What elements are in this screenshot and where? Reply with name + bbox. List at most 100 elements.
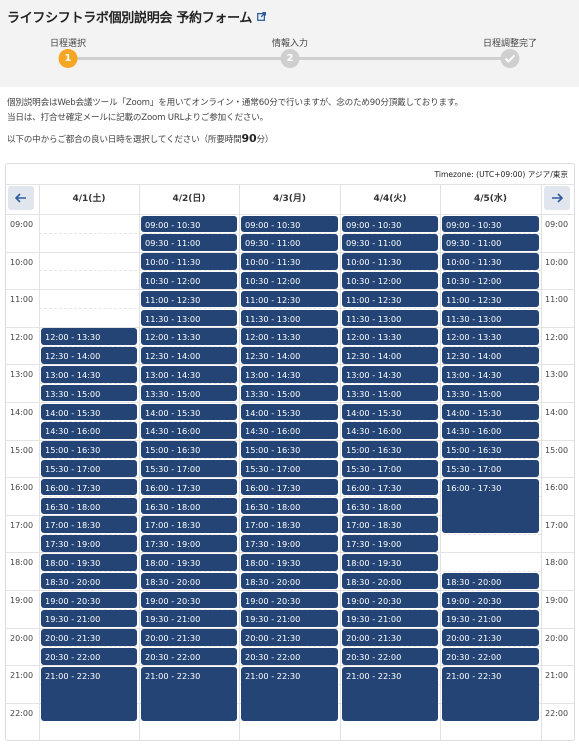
time-slot-button[interactable]: 17:30 - 19:00 xyxy=(141,535,237,552)
time-slot-button[interactable]: 15:00 - 16:30 xyxy=(41,441,137,458)
time-slot-button[interactable]: 19:00 - 20:30 xyxy=(442,591,539,609)
time-slot-button[interactable]: 16:00 - 17:30 xyxy=(342,478,438,496)
time-slot-button[interactable]: 18:30 - 20:00 xyxy=(442,572,539,590)
time-slot-button[interactable]: 15:30 - 17:00 xyxy=(442,459,539,477)
time-slot-button[interactable]: 14:00 - 15:30 xyxy=(141,403,237,421)
time-slot-button[interactable]: 10:00 - 11:30 xyxy=(342,253,438,270)
time-slot-button[interactable]: 17:00 - 18:30 xyxy=(342,516,438,534)
time-slot-button[interactable]: 20:30 - 22:00 xyxy=(141,647,237,665)
time-slot-button[interactable]: 10:30 - 12:00 xyxy=(442,271,539,289)
time-slot-button[interactable]: 10:30 - 12:00 xyxy=(241,271,338,289)
time-slot-button[interactable]: 18:00 - 19:30 xyxy=(342,553,438,571)
time-slot-button[interactable]: 20:30 - 22:00 xyxy=(342,647,438,665)
time-slot-button[interactable]: 11:00 - 12:30 xyxy=(442,290,539,308)
time-slot-button[interactable]: 18:30 - 20:00 xyxy=(41,572,137,590)
time-slot-button[interactable]: 15:30 - 17:00 xyxy=(241,459,338,477)
time-slot-button[interactable]: 12:00 - 13:30 xyxy=(442,328,539,346)
time-slot-button[interactable]: 11:00 - 12:30 xyxy=(141,290,237,308)
time-slot-button[interactable]: 16:00 - 17:30 xyxy=(141,478,237,496)
time-slot-button[interactable]: 09:30 - 11:00 xyxy=(342,234,438,252)
time-slot-button[interactable]: 16:30 - 18:00 xyxy=(342,497,438,515)
time-slot-button[interactable]: 09:00 - 10:30 xyxy=(342,215,438,233)
time-slot-button[interactable]: 16:00 - 17:30 xyxy=(442,478,539,534)
time-slot-button[interactable]: 19:00 - 20:30 xyxy=(342,591,438,609)
time-slot-button[interactable]: 12:30 - 14:00 xyxy=(41,347,137,364)
time-slot-button[interactable]: 15:00 - 16:30 xyxy=(342,441,438,458)
time-slot-button[interactable]: 20:00 - 21:30 xyxy=(41,629,137,646)
next-week-button[interactable] xyxy=(544,186,570,210)
time-slot-button[interactable]: 13:30 - 15:00 xyxy=(342,384,438,402)
time-slot-button[interactable]: 15:00 - 16:30 xyxy=(442,441,539,458)
time-slot-button[interactable]: 20:00 - 21:30 xyxy=(442,629,539,646)
time-slot-button[interactable]: 15:30 - 17:00 xyxy=(342,459,438,477)
time-slot-button[interactable]: 18:00 - 19:30 xyxy=(41,553,137,571)
time-slot-button[interactable]: 13:00 - 14:30 xyxy=(241,365,338,383)
time-slot-button[interactable]: 14:30 - 16:00 xyxy=(141,422,237,440)
time-slot-button[interactable]: 18:30 - 20:00 xyxy=(342,572,438,590)
time-slot-button[interactable]: 09:30 - 11:00 xyxy=(141,234,237,252)
time-slot-button[interactable]: 14:00 - 15:30 xyxy=(241,403,338,421)
time-slot-button[interactable]: 10:00 - 11:30 xyxy=(442,253,539,270)
time-slot-button[interactable]: 18:00 - 19:30 xyxy=(141,553,237,571)
time-slot-button[interactable]: 10:00 - 11:30 xyxy=(141,253,237,270)
time-slot-button[interactable]: 09:30 - 11:00 xyxy=(241,234,338,252)
time-slot-button[interactable]: 17:30 - 19:00 xyxy=(241,535,338,552)
time-slot-button[interactable]: 20:30 - 22:00 xyxy=(442,647,539,665)
time-slot-button[interactable]: 14:30 - 16:00 xyxy=(41,422,137,440)
time-slot-button[interactable]: 21:00 - 22:30 xyxy=(241,666,338,722)
time-slot-button[interactable]: 09:00 - 10:30 xyxy=(442,215,539,233)
time-slot-button[interactable]: 20:30 - 22:00 xyxy=(241,647,338,665)
time-slot-button[interactable]: 18:30 - 20:00 xyxy=(141,572,237,590)
time-slot-button[interactable]: 14:00 - 15:30 xyxy=(41,403,137,421)
time-slot-button[interactable]: 15:30 - 17:00 xyxy=(41,459,137,477)
time-slot-button[interactable]: 16:30 - 18:00 xyxy=(241,497,338,515)
time-slot-button[interactable]: 12:30 - 14:00 xyxy=(241,347,338,364)
time-slot-button[interactable]: 15:30 - 17:00 xyxy=(141,459,237,477)
prev-week-button[interactable] xyxy=(8,186,34,210)
time-slot-button[interactable]: 21:00 - 22:30 xyxy=(41,666,137,722)
time-slot-button[interactable]: 11:00 - 12:30 xyxy=(241,290,338,308)
time-slot-button[interactable]: 14:30 - 16:00 xyxy=(241,422,338,440)
external-link-icon[interactable] xyxy=(257,12,267,21)
time-slot-button[interactable]: 20:00 - 21:30 xyxy=(141,629,237,646)
time-slot-button[interactable]: 09:00 - 10:30 xyxy=(241,215,338,233)
time-slot-button[interactable]: 12:00 - 13:30 xyxy=(342,328,438,346)
time-slot-button[interactable]: 14:00 - 15:30 xyxy=(442,403,539,421)
time-slot-button[interactable]: 11:30 - 13:00 xyxy=(241,309,338,327)
time-slot-button[interactable]: 21:00 - 22:30 xyxy=(141,666,237,722)
time-slot-button[interactable]: 17:30 - 19:00 xyxy=(41,535,137,552)
time-slot-button[interactable]: 17:00 - 18:30 xyxy=(41,516,137,534)
time-slot-button[interactable]: 14:00 - 15:30 xyxy=(342,403,438,421)
time-slot-button[interactable]: 19:30 - 21:00 xyxy=(41,610,137,628)
time-slot-button[interactable]: 17:00 - 18:30 xyxy=(141,516,237,534)
time-slot-button[interactable]: 13:00 - 14:30 xyxy=(141,365,237,383)
time-slot-button[interactable]: 19:30 - 21:00 xyxy=(442,610,539,628)
time-slot-button[interactable]: 14:30 - 16:00 xyxy=(342,422,438,440)
time-slot-button[interactable]: 16:30 - 18:00 xyxy=(41,497,137,515)
time-slot-button[interactable]: 12:30 - 14:00 xyxy=(442,347,539,364)
time-slot-button[interactable]: 15:00 - 16:30 xyxy=(141,441,237,458)
time-slot-button[interactable]: 21:00 - 22:30 xyxy=(342,666,438,722)
time-slot-button[interactable]: 15:00 - 16:30 xyxy=(241,441,338,458)
time-slot-button[interactable]: 20:30 - 22:00 xyxy=(41,647,137,665)
time-slot-button[interactable]: 17:00 - 18:30 xyxy=(241,516,338,534)
time-slot-button[interactable]: 19:00 - 20:30 xyxy=(141,591,237,609)
time-slot-button[interactable]: 12:30 - 14:00 xyxy=(141,347,237,364)
time-slot-button[interactable]: 16:00 - 17:30 xyxy=(241,478,338,496)
time-slot-button[interactable]: 18:30 - 20:00 xyxy=(241,572,338,590)
time-slot-button[interactable]: 09:30 - 11:00 xyxy=(442,234,539,252)
time-slot-button[interactable]: 19:30 - 21:00 xyxy=(241,610,338,628)
time-slot-button[interactable]: 11:30 - 13:00 xyxy=(442,309,539,327)
time-slot-button[interactable]: 20:00 - 21:30 xyxy=(241,629,338,646)
time-slot-button[interactable]: 19:00 - 20:30 xyxy=(241,591,338,609)
time-slot-button[interactable]: 19:00 - 20:30 xyxy=(41,591,137,609)
time-slot-button[interactable]: 12:00 - 13:30 xyxy=(41,328,137,346)
time-slot-button[interactable]: 12:00 - 13:30 xyxy=(141,328,237,346)
time-slot-button[interactable]: 20:00 - 21:30 xyxy=(342,629,438,646)
time-slot-button[interactable]: 09:00 - 10:30 xyxy=(141,215,237,233)
time-slot-button[interactable]: 13:30 - 15:00 xyxy=(241,384,338,402)
time-slot-button[interactable]: 10:30 - 12:00 xyxy=(342,271,438,289)
time-slot-button[interactable]: 16:30 - 18:00 xyxy=(141,497,237,515)
time-slot-button[interactable]: 12:00 - 13:30 xyxy=(241,328,338,346)
time-slot-button[interactable]: 19:30 - 21:00 xyxy=(342,610,438,628)
